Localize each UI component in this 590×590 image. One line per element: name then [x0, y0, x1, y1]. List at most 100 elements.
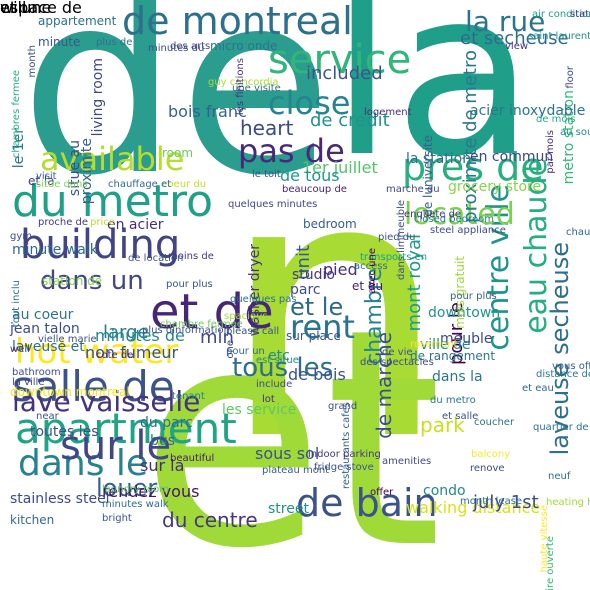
- cloud-word-49: dans la: [432, 369, 483, 385]
- cloud-word-154: price: [90, 217, 115, 228]
- cloud-word-105: steel appliance: [430, 225, 506, 236]
- cloud-word-102: minute walk: [12, 242, 98, 258]
- cloud-word-167: beaucoup de: [282, 184, 347, 195]
- cloud-word-85: kitchen: [10, 513, 55, 527]
- cloud-word-115: par mois: [545, 130, 556, 174]
- cloud-word-70: en acier: [107, 217, 164, 233]
- cloud-word-164: chauffage eau: [566, 227, 590, 238]
- cloud-word-91: minute: [38, 35, 81, 49]
- cloud-word-96: micro onde: [210, 39, 278, 53]
- cloud-word-127: plateau mont: [262, 465, 330, 476]
- cloud-word-136: et salle: [442, 411, 479, 422]
- cloud-word-59: sur place: [286, 329, 341, 343]
- cloud-word-145: logement: [364, 107, 412, 118]
- cloud-word-34: mont royal: [404, 234, 425, 332]
- cloud-word-87: les service: [222, 402, 297, 418]
- cloud-word-67: unit: [293, 245, 314, 280]
- cloud-word-142: est situe: [256, 355, 299, 366]
- cloud-word-122: heating hot: [546, 497, 590, 508]
- cloud-word-101: chauffage et: [108, 179, 172, 190]
- cloud-word-156: tout inclu: [11, 280, 22, 328]
- cloud-word-97: de luniversite: [421, 135, 435, 217]
- cloud-word-183: les finitions: [235, 58, 246, 116]
- cloud-word-94: living room: [90, 58, 106, 137]
- cloud-word-125: cote de: [96, 350, 134, 361]
- cloud-word-113: view: [505, 41, 529, 52]
- cloud-word-129: laundry room: [102, 484, 170, 495]
- cloud-word-44: grocery store: [448, 179, 542, 195]
- cloud-word-134: balcony: [471, 449, 511, 460]
- cloud-word-169: quelques minutes: [228, 199, 318, 210]
- cloud-word-148: des arts: [170, 41, 211, 52]
- cloud-word-43: en commun: [470, 149, 554, 165]
- cloud-word-124: la ville: [12, 377, 45, 388]
- cloud-word-68: washer dryer: [247, 244, 263, 337]
- cloud-word-108: month: [27, 45, 38, 78]
- cloud-word-166: marche du: [386, 184, 440, 195]
- cloud-word-33: proximite de metro: [460, 50, 481, 223]
- cloud-word-29: du centre: [162, 508, 258, 532]
- cloud-word-128: minutes walk: [102, 499, 169, 510]
- cloud-word-150: de mois: [536, 114, 576, 125]
- cloud-word-181: grand: [328, 401, 358, 412]
- word-cloud: de la n et de montreal service close ava…: [0, 0, 590, 590]
- cloud-word-171: aire ouverte: [545, 536, 556, 590]
- cloud-word-46: au sous: [560, 127, 590, 138]
- cloud-word-163: pied du: [378, 232, 416, 243]
- cloud-word-71: station de: [42, 274, 103, 288]
- cloud-word-176: tenant: [172, 391, 205, 402]
- cloud-word-95: room: [162, 146, 194, 160]
- cloud-word-137: coucher: [474, 417, 515, 428]
- cloud-word-180: neuf: [548, 471, 571, 482]
- cloud-word-79: toutes les: [30, 424, 99, 440]
- cloud-word-130: beautiful: [170, 453, 215, 464]
- cloud-word-42: la station: [406, 151, 472, 167]
- cloud-word-120: amenities: [382, 456, 432, 467]
- cloud-word-132: bright: [102, 513, 132, 524]
- cloud-word-81: du parc: [140, 415, 193, 431]
- cloud-word-4: de montreal: [122, 0, 353, 43]
- cloud-word-149: plus de: [96, 37, 133, 48]
- cloud-word-30: et le: [290, 293, 344, 321]
- cloud-word-111: stationnement interieur: [570, 9, 590, 20]
- cloud-word-107: chambres fermee: [11, 70, 22, 159]
- cloud-word-178: lot: [262, 394, 275, 405]
- cloud-word-189: espace de: [0, 0, 82, 17]
- cloud-word-153: situe dans: [36, 179, 88, 190]
- cloud-word-138: et eau: [522, 383, 554, 394]
- cloud-word-121: indoor parking: [308, 449, 381, 460]
- cloud-word-184: pour plus: [166, 279, 213, 290]
- cloud-word-118: restaurants cafes: [341, 402, 352, 490]
- cloud-word-158: moins de: [168, 251, 214, 262]
- cloud-word-131: offer: [370, 487, 394, 498]
- cloud-word-114: floor: [565, 66, 576, 89]
- cloud-word-182: le toit: [252, 169, 281, 180]
- cloud-word-173: spacious: [224, 311, 268, 322]
- cloud-word-41: de tous: [280, 166, 340, 185]
- cloud-word-66: bedroom: [303, 217, 357, 231]
- cloud-word-179: include: [256, 379, 293, 390]
- cloud-word-157: well: [10, 344, 30, 355]
- cloud-word-116: du metro: [430, 395, 476, 406]
- cloud-word-135: renove: [470, 463, 505, 474]
- cloud-word-80: bus: [150, 433, 176, 449]
- cloud-word-140: distance de: [536, 369, 590, 380]
- cloud-word-185: one: [225, 340, 236, 359]
- cloud-word-112: saint laurent: [528, 31, 590, 42]
- cloud-word-174: quelques pas: [230, 294, 297, 305]
- cloud-word-133: month lease: [460, 496, 523, 507]
- cloud-word-177: near: [36, 411, 59, 422]
- cloud-word-93: proximite: [79, 138, 95, 205]
- cloud-word-155: gym: [10, 231, 33, 242]
- cloud-word-84: stainless steel: [10, 491, 110, 507]
- cloud-word-65: pied: [323, 260, 358, 279]
- cloud-word-58: pour plus: [450, 291, 497, 302]
- cloud-word-144: rosemont: [410, 339, 458, 350]
- cloud-word-165: avec une: [367, 248, 378, 294]
- cloud-word-168: enquete de: [404, 209, 462, 220]
- cloud-word-175: vielle marie: [38, 334, 97, 345]
- cloud-word-60: de bois: [288, 365, 346, 384]
- cloud-word-160: des spectacles: [360, 357, 434, 368]
- cloud-word-37: included: [306, 63, 383, 84]
- cloud-word-88: street: [268, 501, 309, 517]
